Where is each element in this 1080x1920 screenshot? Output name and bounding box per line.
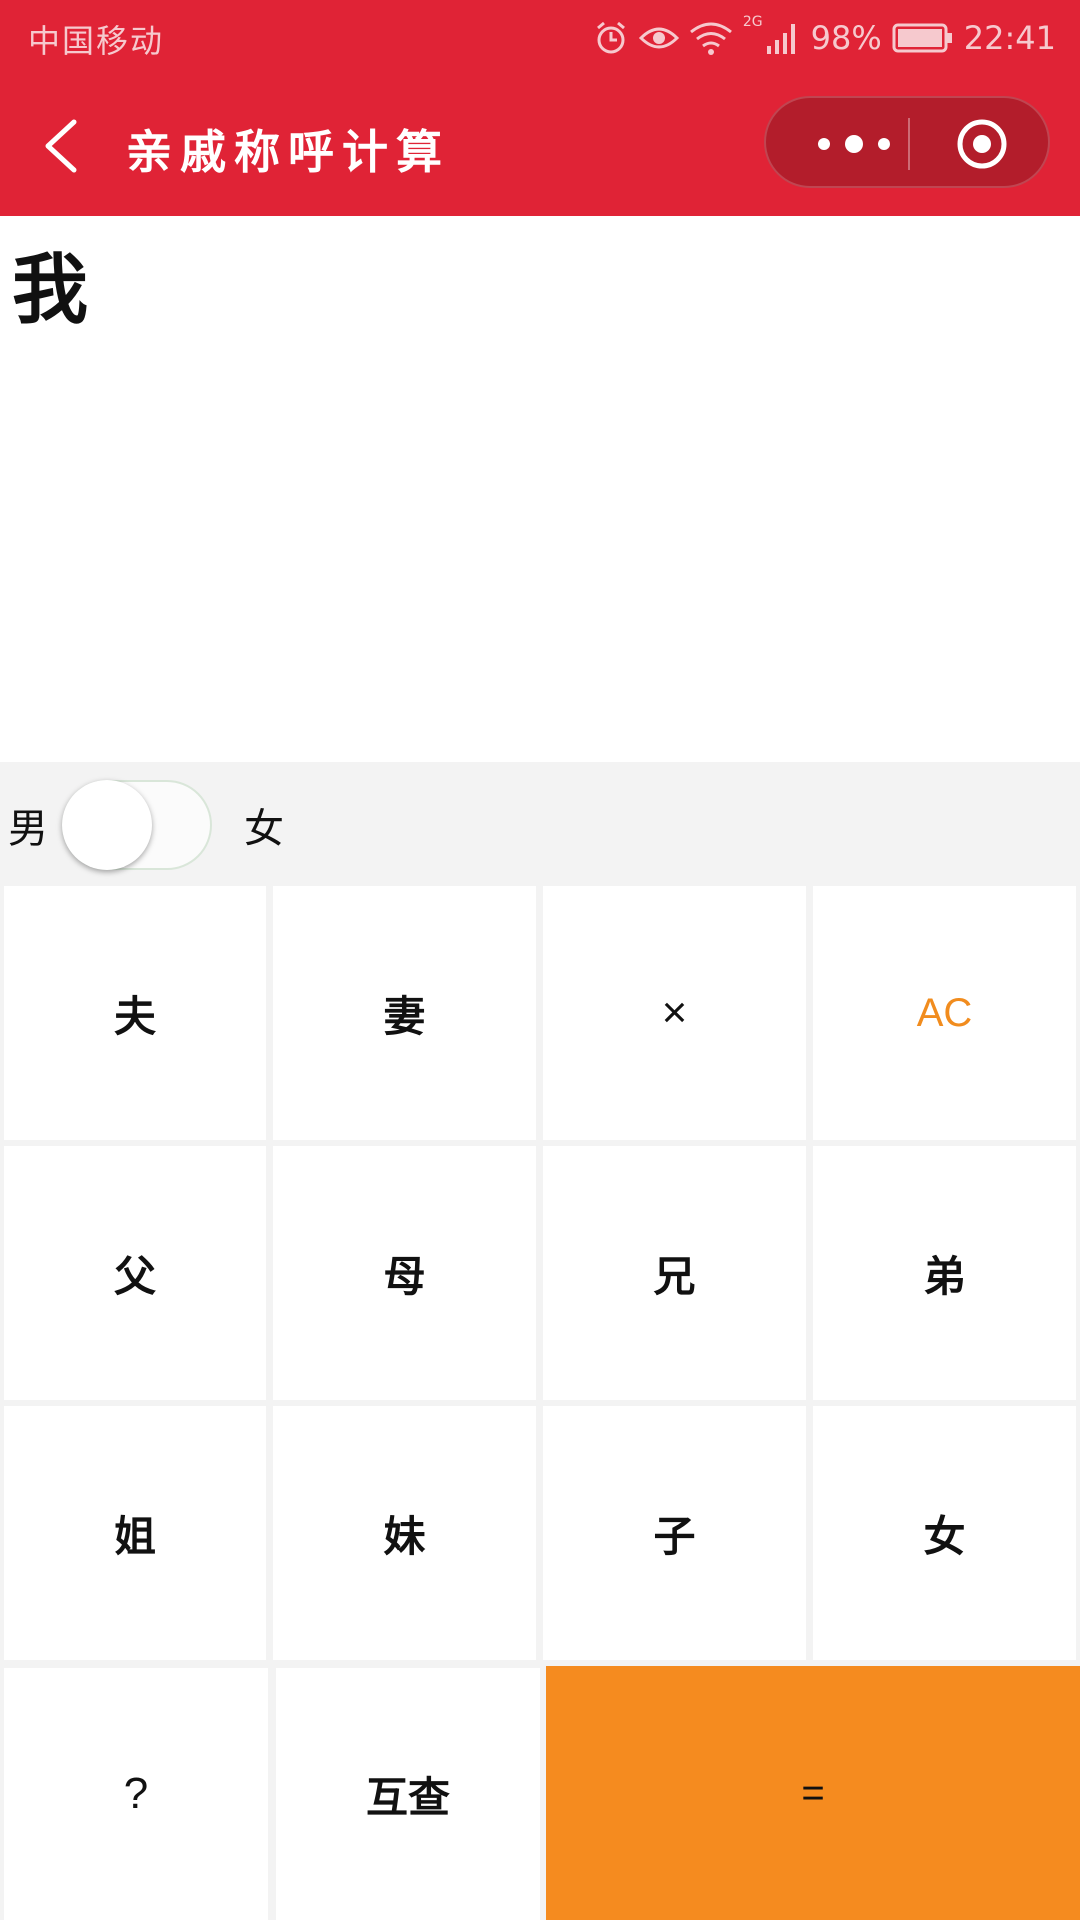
result-display: 我 — [0, 216, 1080, 762]
key-husband[interactable]: 夫 — [4, 886, 266, 1140]
carrier-name: 中国移动 — [28, 22, 165, 60]
key-elder-sister[interactable]: 姐 — [4, 1406, 266, 1660]
key-younger-brother[interactable]: 弟 — [813, 1146, 1076, 1400]
eye-icon — [638, 27, 679, 49]
switch-knob[interactable] — [62, 780, 152, 870]
key-delete[interactable]: × — [543, 886, 806, 1140]
key-mutual-check[interactable]: 互查 — [276, 1668, 540, 1920]
more-dots-icon[interactable] — [806, 124, 902, 164]
key-son[interactable]: 子 — [543, 1406, 806, 1660]
chevron-left-icon[interactable] — [34, 114, 90, 178]
mini-program-capsule — [764, 96, 1050, 188]
clock-time: 22:41 — [963, 19, 1056, 57]
battery-percent: 98% — [810, 19, 882, 57]
status-bar: 中国移动 2G 98% 22:41 — [0, 0, 1080, 76]
capsule-divider — [908, 118, 910, 170]
target-close-icon[interactable] — [956, 118, 1008, 170]
alarm-icon — [596, 21, 625, 54]
key-daughter[interactable]: 女 — [813, 1406, 1076, 1660]
key-equals[interactable]: = — [546, 1666, 1080, 1920]
page-title: 亲戚称呼计算 — [126, 125, 450, 179]
key-father[interactable]: 父 — [4, 1146, 266, 1400]
keypad: 夫 妻 × AC 父 母 兄 弟 姐 妹 子 女 ? 互查 = — [0, 884, 1080, 1920]
key-younger-sister[interactable]: 妹 — [273, 1406, 536, 1660]
key-wife[interactable]: 妻 — [273, 886, 536, 1140]
status-icons: 2G 98% 22:41 — [593, 14, 1056, 62]
female-label: 女 — [244, 806, 284, 852]
network-type: 2G — [742, 14, 763, 30]
wifi-icon — [689, 22, 732, 55]
nav-bar: 亲戚称呼计算 — [0, 76, 1080, 216]
key-elder-brother[interactable]: 兄 — [543, 1146, 806, 1400]
key-mother[interactable]: 母 — [273, 1146, 536, 1400]
battery-icon — [892, 23, 952, 53]
key-clear[interactable]: AC — [813, 886, 1076, 1140]
key-question[interactable]: ? — [4, 1668, 268, 1920]
gender-toggle-row: 男 女 — [0, 762, 1080, 884]
signal-icon — [766, 24, 795, 54]
male-label: 男 — [8, 806, 48, 852]
gender-switch[interactable] — [62, 780, 212, 870]
relation-expression: 我 — [12, 245, 88, 334]
